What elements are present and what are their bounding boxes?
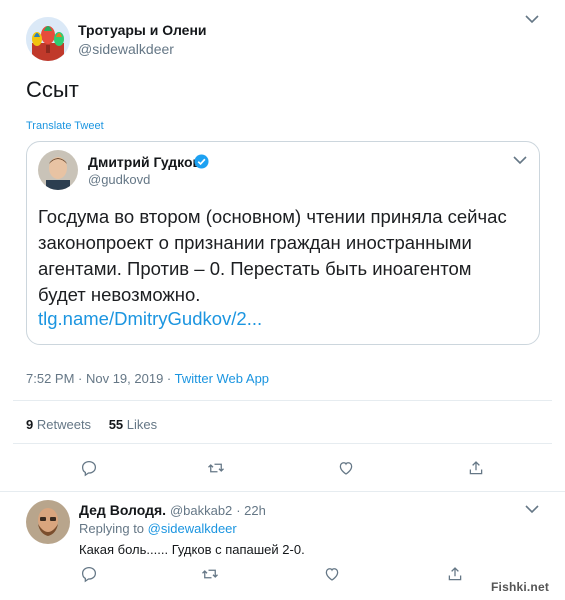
retweets-label: Retweets: [36, 417, 92, 432]
retweets-count: 9: [26, 417, 34, 432]
chevron-down-icon[interactable]: [525, 505, 539, 514]
tweet-text: Ссыт: [26, 77, 79, 102]
likes-count: 55: [108, 417, 124, 432]
person-avatar-image: [26, 500, 70, 544]
reply-author-name[interactable]: Дед Володя.: [79, 502, 166, 518]
engagement-stats: 9 Retweets 55 Likes: [26, 417, 157, 432]
divider: [13, 400, 552, 401]
person-avatar-image: [38, 150, 78, 190]
like-button[interactable]: [322, 564, 342, 584]
chevron-down-icon[interactable]: [513, 156, 527, 165]
translate-tweet-link[interactable]: Translate Tweet: [26, 120, 104, 132]
reply-icon: [81, 460, 97, 477]
chevron-down-icon[interactable]: [525, 15, 539, 24]
likes-stat[interactable]: 55 Likes: [109, 417, 157, 432]
replying-to-label: Replying to: [79, 521, 148, 536]
fishki-watermark: Fishki.net: [491, 580, 550, 594]
reply-header: Дед Володя. @bakkab2 · 22h: [79, 502, 266, 518]
quoted-tweet-text: Госдума во втором (основном) чтении прин…: [38, 206, 507, 305]
reply-icon: [81, 566, 97, 583]
reply-author-handle[interactable]: @bakkab2: [170, 503, 232, 518]
reply-button[interactable]: [79, 458, 99, 478]
author-name[interactable]: Тротуары и Олени: [78, 22, 207, 38]
author-avatar[interactable]: [26, 17, 70, 61]
verified-badge-icon: [194, 154, 209, 169]
quoted-tweet-link[interactable]: tlg.name/DmitryGudkov/2...: [38, 308, 262, 330]
retweet-button[interactable]: [206, 458, 226, 478]
kremlin-cathedral-avatar-image: [26, 17, 70, 61]
tweet-meta: 7:52 PM · Nov 19, 2019 · Twitter Web App: [26, 371, 269, 386]
tweet-timestamp[interactable]: 7:52 PM · Nov 19, 2019 ·: [26, 371, 175, 386]
share-button[interactable]: [445, 564, 465, 584]
share-icon: [448, 567, 462, 581]
quoted-author-handle[interactable]: @gudkovd: [88, 172, 150, 187]
heart-icon: [325, 568, 339, 581]
quoted-author-name[interactable]: Дмитрий Гудков: [88, 154, 201, 170]
heart-icon: [339, 462, 353, 475]
likes-label: Likes: [126, 417, 158, 432]
reply-button[interactable]: [79, 564, 99, 584]
retweet-icon: [202, 569, 218, 579]
retweet-icon: [208, 463, 224, 473]
divider: [0, 491, 565, 492]
author-handle[interactable]: @sidewalkdeer: [78, 41, 174, 57]
replying-to-handle[interactable]: @sidewalkdeer: [148, 521, 237, 536]
tweet-source-link[interactable]: Twitter Web App: [175, 371, 269, 386]
reply-author-avatar[interactable]: [26, 500, 70, 544]
reply-replying-to: Replying to @sidewalkdeer: [79, 521, 237, 536]
retweet-button[interactable]: [200, 564, 220, 584]
quoted-author-avatar[interactable]: [38, 150, 78, 190]
reply-time[interactable]: · 22h: [236, 503, 266, 518]
retweets-stat[interactable]: 9 Retweets: [26, 417, 91, 432]
reply-text: Какая боль...... Гудков с папашей 2-0.: [79, 542, 305, 557]
share-button[interactable]: [466, 458, 486, 478]
divider: [13, 443, 552, 444]
like-button[interactable]: [336, 458, 356, 478]
share-icon: [469, 461, 483, 475]
